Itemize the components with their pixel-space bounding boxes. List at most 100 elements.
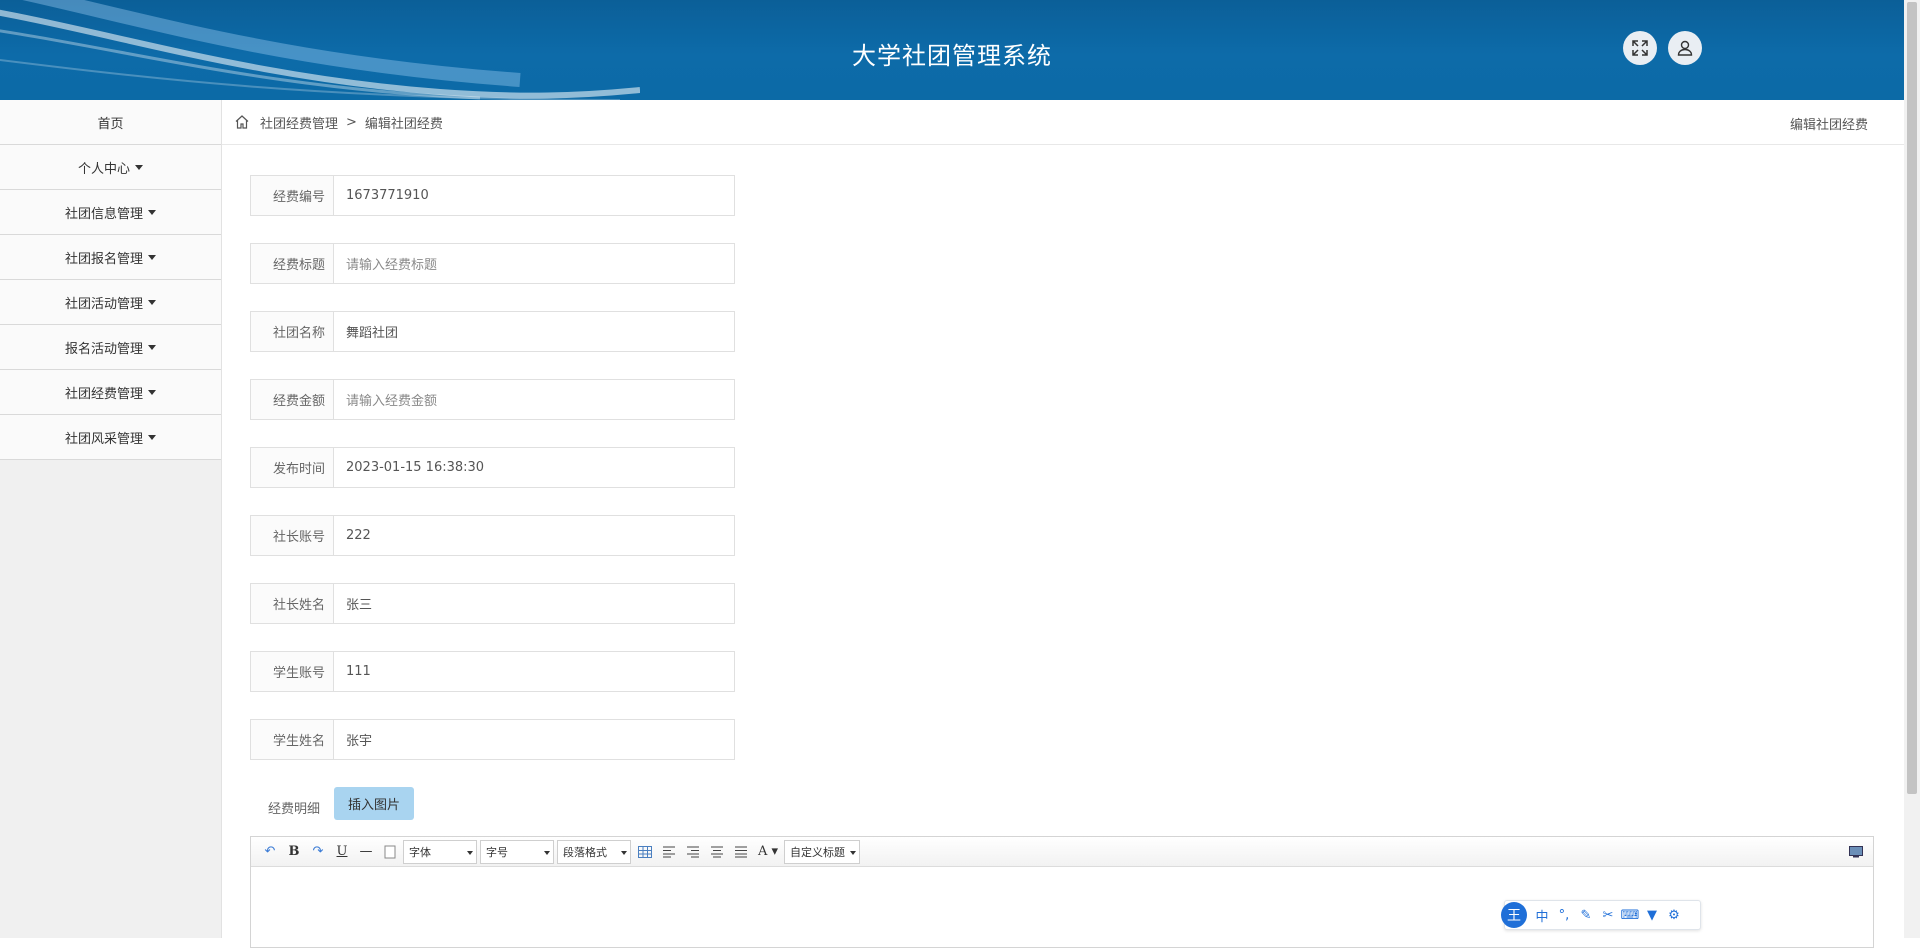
breadcrumb-parent-link[interactable]: 社团经费管理 — [260, 113, 338, 132]
page-title: 编辑社团经费 — [1789, 118, 1868, 133]
fund-id-field: 经费编号 1673771910 — [250, 175, 735, 216]
field-label: 经费金额 — [251, 380, 334, 419]
align-right-icon[interactable] — [682, 841, 704, 863]
caret-down-icon — [148, 434, 156, 440]
sidebar-item-label: 社团信息管理 — [64, 206, 143, 222]
sidebar-item-label: 报名活动管理 — [64, 341, 143, 357]
align-center-lines-icon — [711, 846, 723, 857]
caret-down-icon — [544, 850, 550, 855]
fullscreen-button[interactable] — [1623, 31, 1657, 65]
align-left-icon[interactable] — [658, 841, 680, 863]
page-header-title: 大学社团管理系统 — [852, 42, 1052, 70]
user-icon — [1677, 40, 1693, 56]
source-view-icon[interactable] — [1845, 841, 1867, 863]
president-name-input[interactable]: 张三 — [334, 584, 734, 623]
editor-toolbar: ↶ B ↷ U — 字体 字号 段落格式 A ▾ 自定义标题 — [251, 837, 1873, 867]
student-name-input[interactable]: 张宇 — [334, 720, 734, 759]
sidebar-item-club-showcase[interactable]: 社团风采管理 — [0, 415, 221, 460]
align-center-icon[interactable] — [706, 841, 728, 863]
monitor-icon — [1849, 845, 1863, 857]
president-name-field: 社长姓名 张三 — [250, 583, 735, 624]
field-label: 发布时间 — [251, 448, 334, 487]
breadcrumb: 社团经费管理 > 编辑社团经费 编辑社团经费 — [222, 100, 1904, 145]
sidebar-item-club-registration[interactable]: 社团报名管理 — [0, 235, 221, 280]
sidebar-item-club-info[interactable]: 社团信息管理 — [0, 190, 221, 235]
student-account-field: 学生账号 111 — [250, 651, 735, 692]
president-account-field: 社长账号 222 — [250, 515, 735, 556]
redo-icon[interactable]: ↷ — [307, 841, 329, 863]
field-label: 社团名称 — [251, 312, 334, 351]
scissors-icon[interactable]: ✂ — [1597, 908, 1619, 923]
ime-toolbar: 王 中 °, ✎ ✂ ⌨ ▼ ⚙ — [1501, 900, 1701, 930]
custom-title-select-value: 自定义标题 — [790, 845, 845, 859]
horizontal-rule-icon[interactable]: — — [355, 841, 377, 863]
sidebar-item-label: 社团风采管理 — [64, 431, 143, 447]
font-color-icon[interactable]: A ▾ — [754, 841, 782, 863]
sidebar-item-label: 社团活动管理 — [64, 296, 143, 312]
student-name-field: 学生姓名 张宇 — [250, 719, 735, 760]
fund-title-input[interactable]: 请输入经费标题 — [334, 244, 734, 283]
caret-down-icon — [135, 164, 143, 170]
field-label: 学生姓名 — [251, 720, 334, 759]
caret-down-icon — [148, 299, 156, 305]
user-profile-button[interactable] — [1668, 31, 1702, 65]
top-header: 大学社团管理系统 — [0, 0, 1904, 100]
blank-page-icon — [384, 845, 396, 858]
breadcrumb-current: 编辑社团经费 — [364, 116, 443, 132]
scrollbar-thumb[interactable] — [1907, 2, 1917, 794]
grid-table-icon — [638, 845, 652, 858]
expand-icon — [1632, 40, 1648, 56]
field-label: 经费编号 — [251, 176, 334, 215]
caret-down-icon — [148, 254, 156, 260]
paragraph-format-select[interactable]: 段落格式 — [557, 839, 631, 864]
fund-title-field: 经费标题 请输入经费标题 — [250, 243, 735, 284]
punctuation-icon[interactable]: °, — [1553, 908, 1575, 923]
field-label: 社长姓名 — [251, 584, 334, 623]
caret-down-icon — [621, 850, 627, 855]
sidebar-item-home[interactable]: 首页 — [0, 100, 221, 145]
field-label: 经费标题 — [251, 244, 334, 283]
fund-detail-label: 经费明细 — [268, 802, 321, 817]
table-icon[interactable] — [634, 841, 656, 863]
fund-amount-input[interactable]: 请输入经费金额 — [334, 380, 734, 419]
club-name-input[interactable]: 舞蹈社团 — [334, 312, 734, 351]
ime-logo[interactable]: 王 — [1501, 902, 1527, 928]
field-label: 学生账号 — [251, 652, 334, 691]
sidebar-item-activity-registration[interactable]: 报名活动管理 — [0, 325, 221, 370]
sidebar-item-personal-center[interactable]: 个人中心 — [0, 145, 221, 190]
bold-icon[interactable]: B — [283, 841, 305, 863]
publish-time-field: 发布时间 2023-01-15 16:38:30 — [250, 447, 735, 488]
font-family-select-value: 字体 — [409, 845, 431, 859]
sidebar-item-club-funds[interactable]: 社团经费管理 — [0, 370, 221, 415]
align-right-lines-icon — [687, 846, 699, 857]
president-account-input[interactable]: 222 — [334, 516, 734, 555]
font-family-select[interactable]: 字体 — [403, 839, 477, 864]
caret-down-icon — [850, 850, 856, 855]
sidebar-item-label: 个人中心 — [77, 161, 130, 177]
ime-mode-toggle[interactable]: 中 — [1531, 906, 1553, 925]
align-left-lines-icon — [663, 846, 675, 857]
page-scrollbar[interactable] — [1904, 0, 1920, 938]
insert-image-button[interactable]: 插入图片 — [334, 787, 414, 820]
sidebar-item-club-activities[interactable]: 社团活动管理 — [0, 280, 221, 325]
gear-icon[interactable]: ⚙ — [1663, 908, 1685, 923]
publish-time-input[interactable]: 2023-01-15 16:38:30 — [334, 448, 734, 487]
undo-icon[interactable]: ↶ — [259, 841, 281, 863]
handwriting-icon[interactable]: ✎ — [1575, 908, 1597, 923]
skin-icon[interactable]: ▼ — [1641, 908, 1663, 923]
font-size-select[interactable]: 字号 — [480, 839, 554, 864]
font-size-select-value: 字号 — [486, 845, 508, 859]
rich-text-editor: ↶ B ↷ U — 字体 字号 段落格式 A ▾ 自定义标题 — [250, 836, 1874, 948]
underline-icon[interactable]: U — [331, 841, 353, 863]
field-label: 社长账号 — [251, 516, 334, 555]
page-icon[interactable] — [379, 841, 401, 863]
home-icon[interactable] — [234, 114, 250, 130]
sidebar-item-label: 首页 — [97, 116, 124, 132]
keyboard-icon[interactable]: ⌨ — [1619, 908, 1641, 923]
caret-down-icon — [467, 850, 473, 855]
align-justify-icon[interactable] — [730, 841, 752, 863]
sidebar-item-label: 社团经费管理 — [64, 386, 143, 402]
fund-id-input[interactable]: 1673771910 — [334, 176, 734, 215]
custom-title-select[interactable]: 自定义标题 — [784, 839, 860, 864]
student-account-input[interactable]: 111 — [334, 652, 734, 691]
